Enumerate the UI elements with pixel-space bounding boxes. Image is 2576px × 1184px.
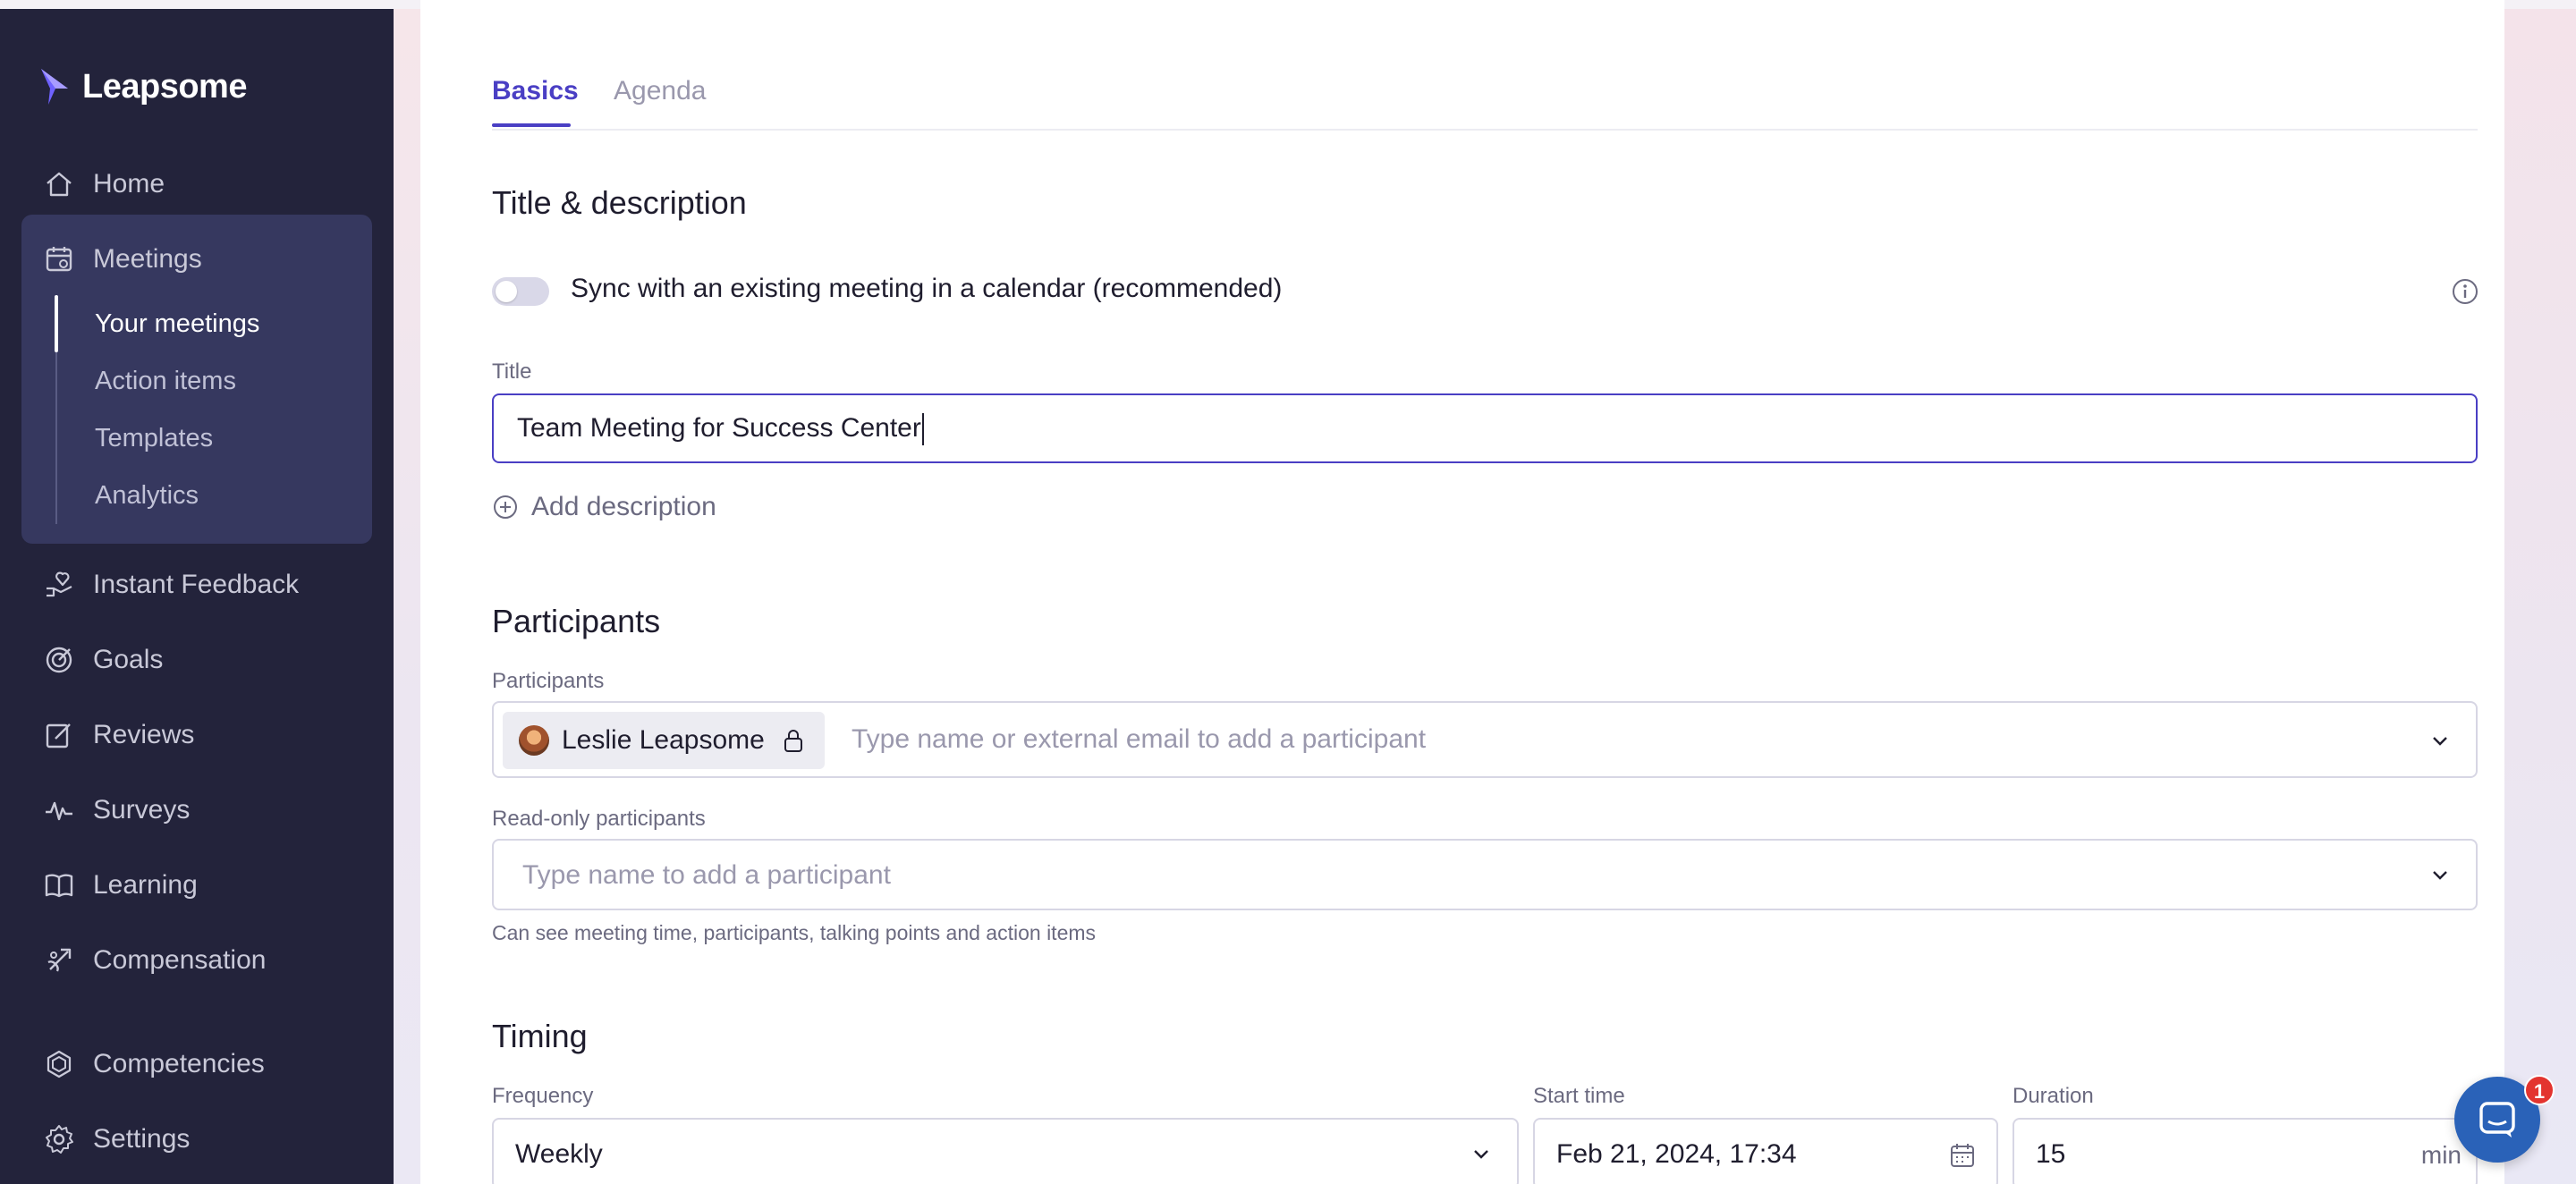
sidebar-item-label: Home (93, 169, 165, 199)
sidebar-item-label: Reviews (93, 720, 195, 749)
duration-input[interactable]: 15 min (2012, 1118, 2478, 1184)
tab-agenda[interactable]: Agenda (614, 75, 706, 129)
sidebar-item-reviews[interactable]: Reviews (0, 708, 394, 762)
section-title-description: Title & description (492, 184, 747, 221)
sidebar-item-compensation[interactable]: Compensation (0, 934, 394, 987)
lock-icon (784, 730, 802, 752)
sidebar-item-label: Meetings (93, 244, 202, 274)
sidebar-subitem-templates[interactable]: Templates (95, 420, 213, 456)
reviews-icon (43, 719, 75, 751)
tab-basics[interactable]: Basics (492, 75, 579, 129)
start-time-label: Start time (1533, 1084, 1625, 1108)
chevron-down-icon (1474, 1150, 1488, 1159)
title-input[interactable]: Team Meeting for Success Center (492, 393, 2478, 463)
sidebar-item-label: Compensation (93, 945, 267, 975)
logo[interactable]: Leapsome (38, 63, 247, 111)
submenu-active-indicator (55, 295, 58, 352)
calendar-icon[interactable] (1948, 1141, 1977, 1170)
tabs: Basics Agenda (492, 64, 2478, 131)
chevron-down-icon[interactable] (2428, 728, 2453, 753)
sidebar-item-surveys[interactable]: Surveys (0, 783, 394, 837)
duration-unit: min (2420, 1141, 2462, 1169)
sidebar-item-meetings[interactable]: Meetings (0, 233, 394, 286)
avatar (519, 725, 549, 756)
duration-value: 15 (2036, 1139, 2066, 1169)
gear-icon (43, 1123, 75, 1155)
sidebar-item-label: Settings (93, 1124, 191, 1154)
info-icon[interactable] (2451, 277, 2479, 306)
participants-select[interactable]: Leslie Leapsome Type name or external em… (492, 701, 2478, 778)
title-label: Title (492, 359, 532, 384)
page-top-edge (420, 0, 2504, 9)
goals-icon (43, 644, 75, 676)
active-tab-indicator (492, 123, 571, 127)
sidebar-item-settings[interactable]: Settings (0, 1112, 394, 1166)
start-time-value: Feb 21, 2024, 17:34 (1556, 1139, 1797, 1169)
calendar-sync-toggle[interactable] (492, 277, 549, 306)
readonly-participants-select[interactable]: Type name to add a participant (492, 839, 2478, 910)
home-icon (43, 168, 75, 200)
section-title-timing: Timing (492, 1018, 588, 1054)
text-caret (921, 413, 924, 446)
chevron-down-icon[interactable] (2428, 862, 2453, 887)
sidebar-item-label: Instant Feedback (93, 570, 300, 599)
sidebar-subitem-analytics[interactable]: Analytics (95, 478, 199, 513)
feedback-icon (43, 569, 75, 601)
sidebar-item-home[interactable]: Home (0, 157, 394, 211)
sidebar-item-instant-feedback[interactable]: Instant Feedback (0, 558, 394, 612)
meeting-form-card: Basics Agenda Title & description Sync w… (420, 9, 2504, 1184)
sidebar-item-label: Surveys (93, 795, 191, 825)
add-description-label: Add description (531, 492, 716, 521)
readonly-participants-label: Read-only participants (492, 807, 706, 831)
add-description-button[interactable]: Add description (492, 492, 716, 522)
notification-badge: 1 (2524, 1075, 2555, 1105)
participant-chip: Leslie Leapsome (503, 712, 825, 769)
sidebar-item-learning[interactable]: Learning (0, 858, 394, 912)
background-right (2504, 9, 2576, 1184)
brand-name: Leapsome (82, 67, 247, 106)
frequency-value: Weekly (515, 1139, 603, 1169)
duration-label: Duration (2012, 1084, 2094, 1108)
sidebar-item-label: Competencies (93, 1049, 265, 1078)
competencies-icon (43, 1048, 75, 1080)
sidebar-item-competencies[interactable]: Competencies (0, 1037, 394, 1091)
start-time-input[interactable]: Feb 21, 2024, 17:34 (1533, 1118, 1998, 1184)
background-left (394, 9, 420, 1184)
participants-label: Participants (492, 669, 605, 693)
leapsome-logo-icon (41, 69, 68, 105)
frequency-label: Frequency (492, 1084, 594, 1108)
sidebar-item-goals[interactable]: Goals (0, 633, 394, 687)
compensation-icon (43, 944, 75, 977)
calendar-sync-label: Sync with an existing meeting in a calen… (571, 274, 1283, 303)
sidebar-item-label: Goals (93, 645, 164, 674)
participants-input-placeholder[interactable]: Type name or external email to add a par… (852, 724, 1426, 755)
title-input-value: Team Meeting for Success Center (517, 413, 921, 443)
meetings-group: Meetings Your meetings Action items Temp… (21, 215, 372, 544)
learning-icon (43, 869, 75, 901)
surveys-icon (43, 794, 75, 826)
meetings-icon (43, 243, 75, 275)
sidebar-subitem-your-meetings[interactable]: Your meetings (95, 306, 259, 342)
plus-circle-icon (494, 495, 517, 519)
frequency-select[interactable]: Weekly (492, 1118, 1519, 1184)
sidebar: Leapsome Home Meetings Your meetings Act… (0, 9, 394, 1184)
readonly-helper-text: Can see meeting time, participants, talk… (492, 921, 1097, 944)
section-title-participants: Participants (492, 603, 661, 639)
participant-name: Leslie Leapsome (562, 725, 765, 755)
sidebar-item-label: Learning (93, 870, 198, 900)
toggle-knob (496, 281, 517, 302)
sidebar-subitem-action-items[interactable]: Action items (95, 363, 236, 399)
chat-icon (2479, 1102, 2515, 1137)
readonly-input-placeholder[interactable]: Type name to add a participant (522, 860, 891, 891)
